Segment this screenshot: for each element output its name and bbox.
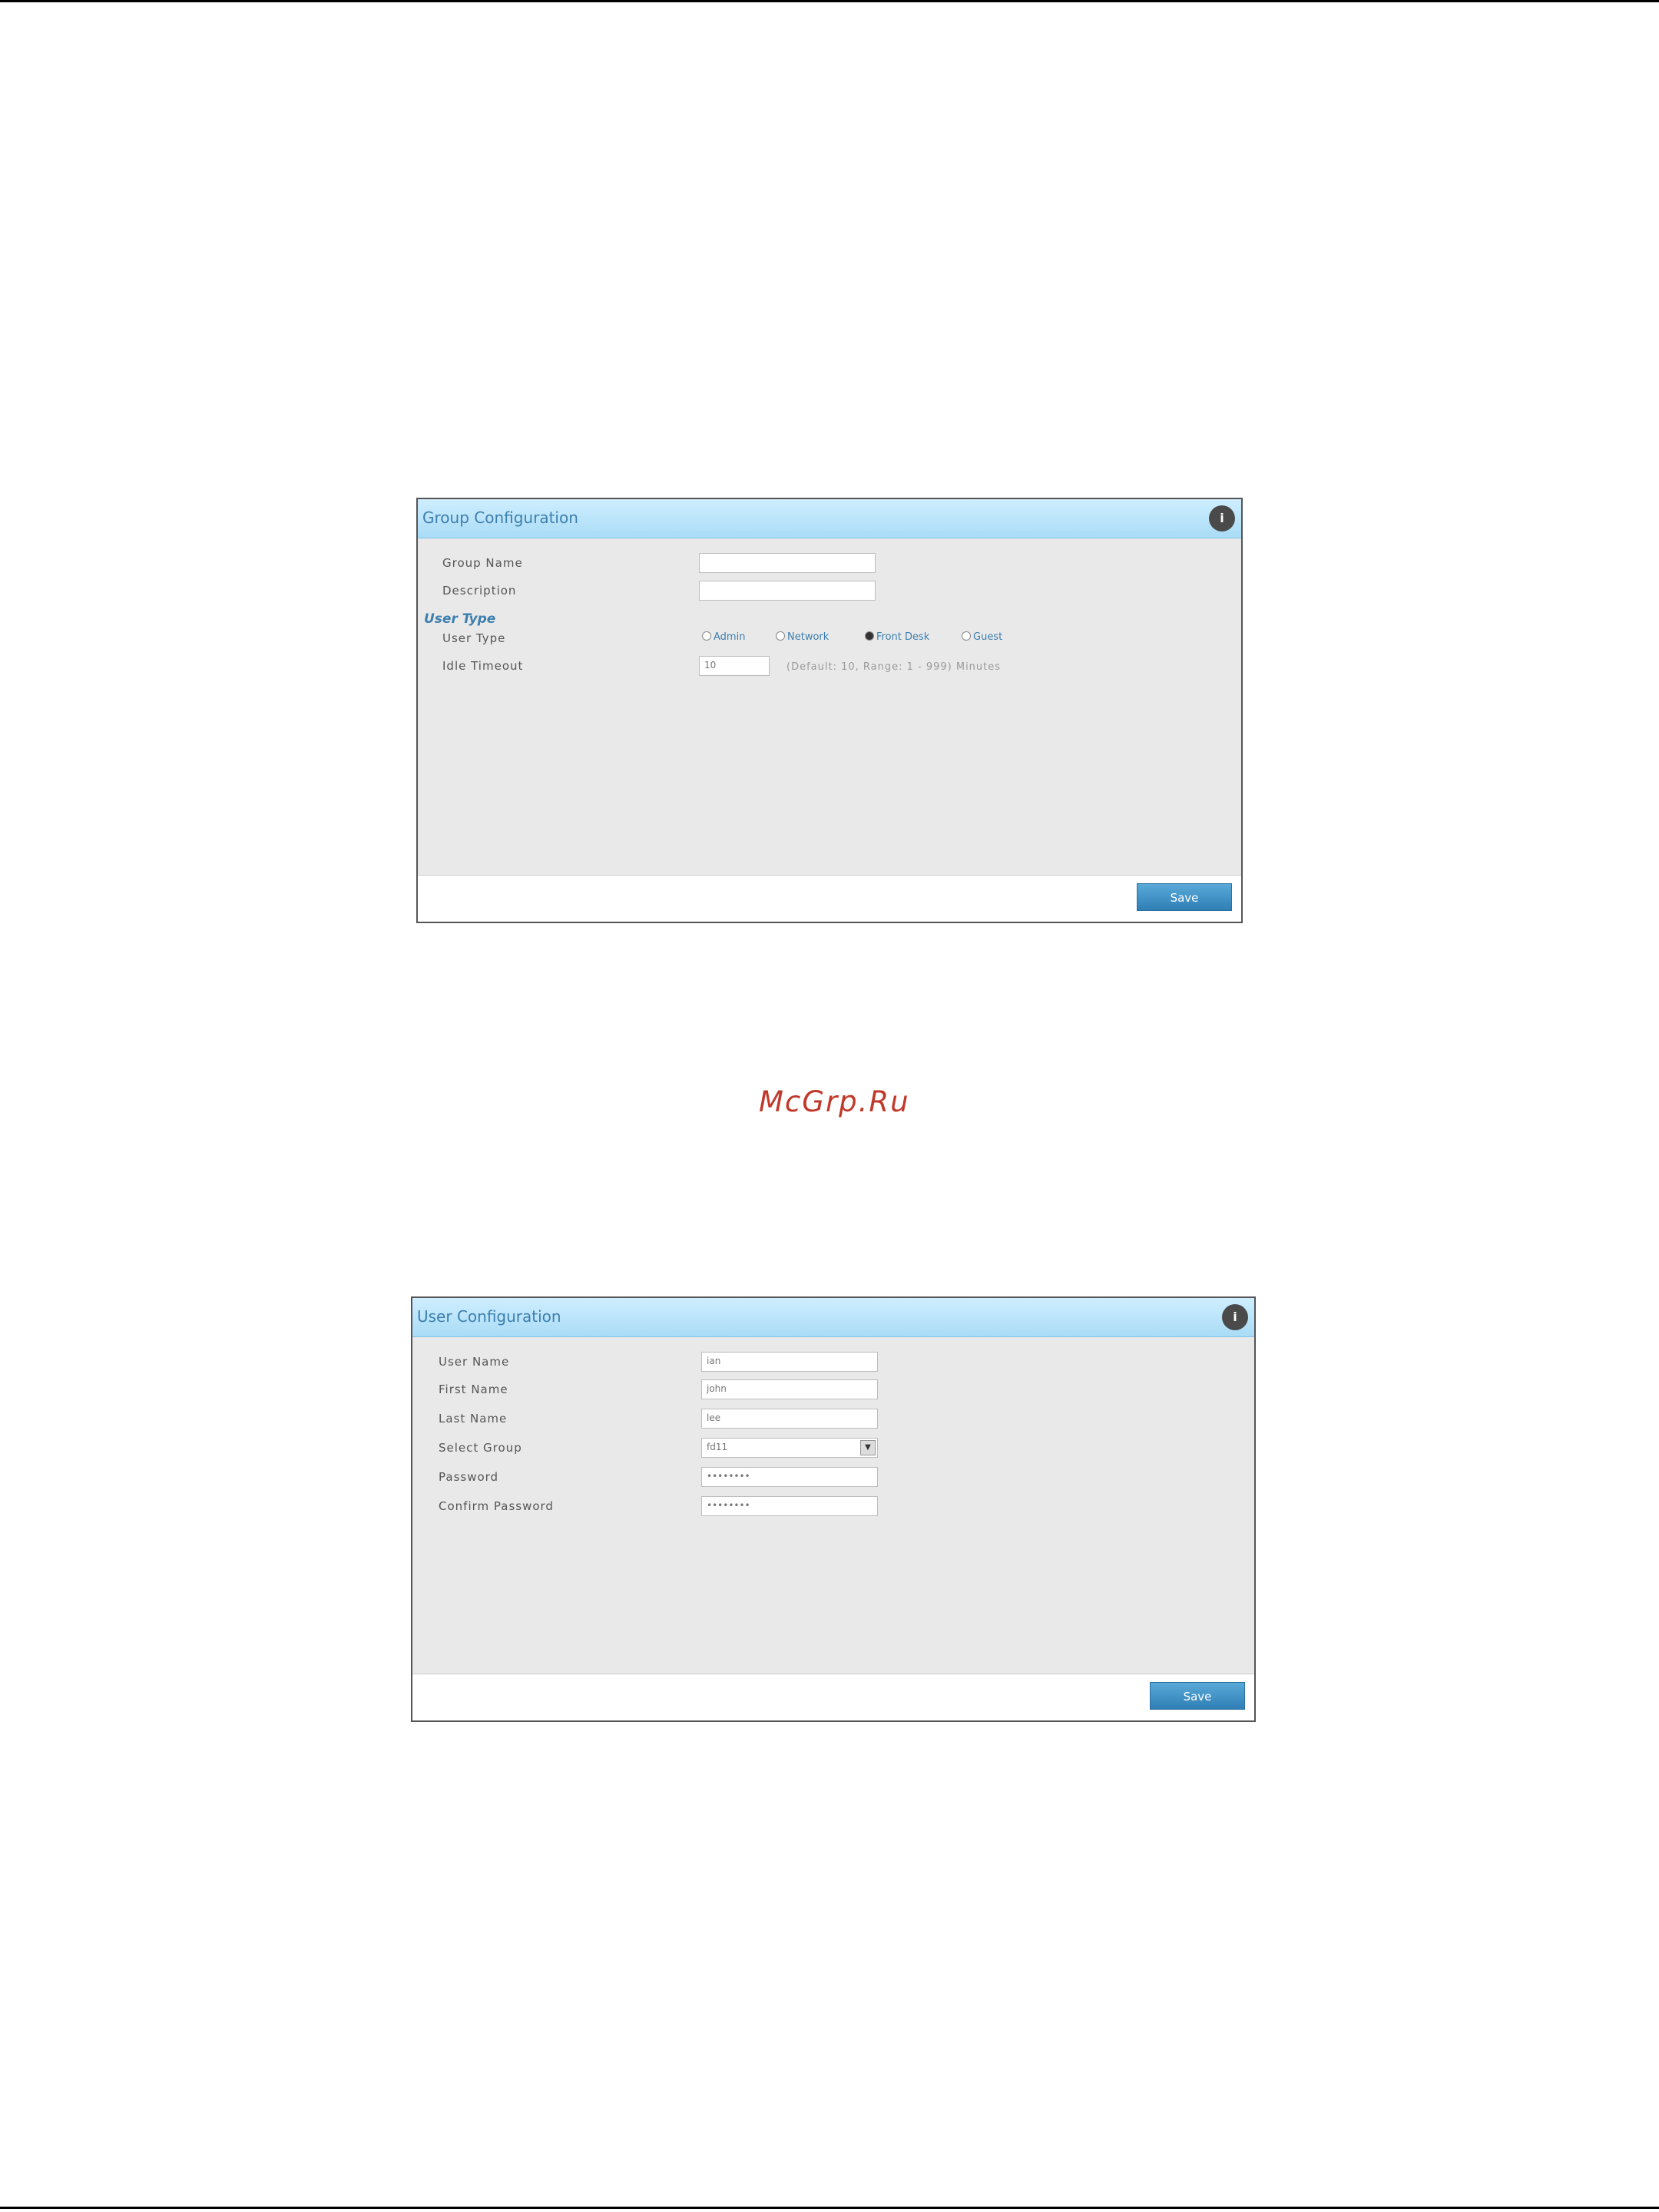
group-configuration-panel: Group Configuration i Group Name Descrip…	[416, 498, 1243, 923]
radio-dot-icon	[702, 631, 711, 641]
select-group-row: Select Group fd11 ▼	[412, 1438, 1254, 1459]
user-type-guest-radio[interactable]: Guest	[962, 631, 1002, 643]
user-type-section-heading: User Type	[424, 611, 496, 627]
panel-title: User Configuration	[417, 1307, 561, 1326]
description-label: Description	[442, 584, 517, 598]
bottom-rule	[0, 2207, 1659, 2209]
radio-dot-icon	[776, 631, 785, 641]
select-group-value: fd11	[707, 1442, 728, 1452]
password-row: Password ••••••••	[412, 1467, 1254, 1488]
help-icon[interactable]: i	[1222, 1304, 1248, 1330]
description-row: Description	[418, 581, 1241, 602]
panel-footer: Save	[418, 875, 1241, 922]
radio-dot-icon	[962, 631, 971, 641]
idle-timeout-row: Idle Timeout 10 (Default: 10, Range: 1 -…	[418, 656, 1241, 677]
password-input[interactable]: ••••••••	[701, 1467, 878, 1487]
last-name-input[interactable]: lee	[701, 1409, 878, 1429]
save-button[interactable]: Save	[1137, 883, 1232, 911]
panel-footer: Save	[412, 1674, 1254, 1720]
chevron-down-icon[interactable]: ▼	[860, 1440, 876, 1455]
user-configuration-panel: User Configuration i User Name ian First…	[411, 1296, 1256, 1722]
select-group-label: Select Group	[439, 1441, 522, 1455]
first-name-label: First Name	[439, 1382, 508, 1396]
group-name-label: Group Name	[442, 556, 523, 570]
last-name-label: Last Name	[439, 1412, 508, 1426]
last-name-row: Last Name lee	[412, 1409, 1254, 1430]
save-button[interactable]: Save	[1150, 1682, 1245, 1710]
user-type-row: User Type Admin Network Front Desk Guest	[418, 628, 1241, 650]
group-name-row: Group Name	[418, 553, 1241, 575]
panel-header: Group Configuration i	[418, 499, 1241, 538]
description-input[interactable]	[699, 581, 876, 601]
group-name-input[interactable]	[699, 553, 876, 573]
watermark-text: McGrp.Ru	[759, 1085, 910, 1118]
user-type-label: User Type	[442, 631, 506, 645]
confirm-password-row: Confirm Password ••••••••	[412, 1496, 1254, 1518]
user-type-front-desk-radio[interactable]: Front Desk	[865, 631, 929, 643]
idle-timeout-hint: (Default: 10, Range: 1 - 999) Minutes	[786, 661, 1002, 673]
user-type-network-radio[interactable]: Network	[776, 631, 829, 643]
idle-timeout-input[interactable]: 10	[699, 656, 770, 676]
select-group-dropdown[interactable]: fd11 ▼	[701, 1438, 878, 1458]
idle-timeout-label: Idle Timeout	[442, 659, 524, 673]
first-name-input[interactable]: john	[701, 1379, 878, 1399]
user-type-admin-radio[interactable]: Admin	[702, 631, 745, 643]
top-rule	[0, 0, 1659, 2]
help-icon[interactable]: i	[1209, 505, 1235, 531]
first-name-row: First Name john	[412, 1379, 1254, 1401]
user-name-row: User Name ian	[412, 1352, 1254, 1373]
password-label: Password	[439, 1470, 499, 1484]
panel-title: Group Configuration	[422, 508, 578, 527]
panel-header: User Configuration i	[412, 1298, 1254, 1337]
confirm-password-label: Confirm Password	[439, 1499, 554, 1513]
user-name-label: User Name	[439, 1355, 510, 1369]
user-name-input[interactable]: ian	[701, 1352, 878, 1372]
confirm-password-input[interactable]: ••••••••	[701, 1496, 878, 1516]
radio-dot-selected-icon	[865, 631, 874, 641]
